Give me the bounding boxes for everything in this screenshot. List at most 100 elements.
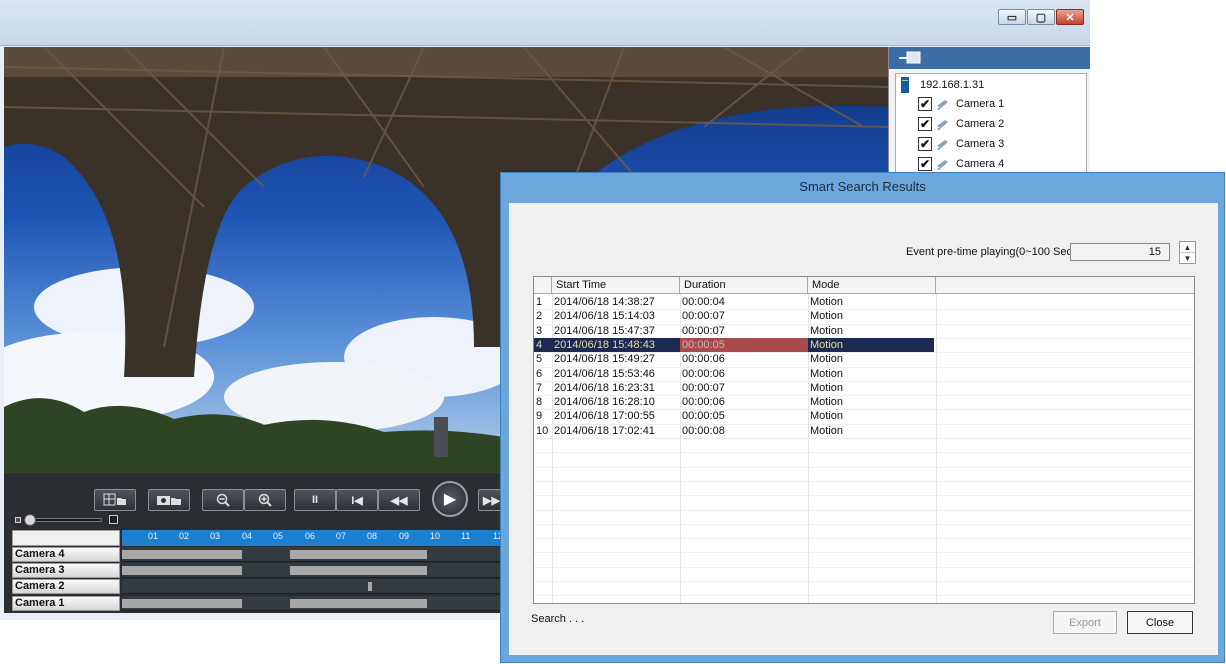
maximize-button[interactable]: ▢ [1027, 9, 1055, 25]
zoom-in-button[interactable] [244, 489, 286, 511]
network-device-icon [899, 51, 921, 64]
table-row[interactable]: 4 2014/06/18 15:48:43 00:00:05 Motion [534, 337, 1194, 352]
cell-mode: Motion [810, 324, 844, 337]
camera-icon [937, 160, 948, 170]
tree-camera-1[interactable]: ✔ Camera 1 [918, 95, 1004, 113]
cell-start-time: 2014/06/18 14:38:27 [554, 296, 655, 308]
timeline-ruler[interactable]: 01 02 03 04 05 06 07 08 09 10 11 12 [122, 530, 504, 546]
camera-4-label: Camera 4 [956, 158, 1005, 170]
layout-folder-icon [103, 493, 126, 506]
recording-segment[interactable] [290, 566, 427, 575]
cell-duration: 00:00:04 [682, 296, 725, 308]
server-icon [901, 77, 909, 93]
column-header-index [534, 277, 552, 294]
speed-slider-track[interactable] [26, 518, 102, 522]
camera-3-checkbox[interactable]: ✔ [918, 137, 932, 151]
pause-button[interactable]: II [294, 489, 336, 511]
timeline-tick: 01 [148, 531, 159, 541]
table-row[interactable]: 3 2014/06/18 15:47:37 00:00:07 Motion [534, 324, 1194, 338]
table-row[interactable]: 2 2014/06/18 15:14:03 00:00:07 Motion [534, 309, 1194, 323]
speed-min-icon [15, 517, 21, 523]
cell-duration: 00:00:06 [682, 367, 725, 380]
row-index: 3 [536, 324, 543, 337]
minimize-icon: ▭ [1006, 11, 1018, 24]
recording-segment[interactable] [122, 599, 242, 608]
track-camera-4[interactable] [122, 547, 504, 562]
cell-duration: 00:00:07 [682, 310, 725, 323]
camera-1-checkbox[interactable]: ✔ [918, 97, 932, 111]
export-button[interactable]: Export [1053, 611, 1117, 634]
cell-duration: 00:00:05 [682, 410, 725, 423]
table-row[interactable]: 8 2014/06/18 16:28:10 00:00:06 Motion [534, 395, 1194, 409]
track-label-camera-1[interactable]: Camera 1 [12, 596, 120, 611]
play-button[interactable]: ▶ [432, 481, 468, 517]
pretime-label: Event pre-time playing(0~100 Sec.): [906, 246, 1082, 258]
snapshot-camera-icon [157, 496, 181, 505]
pretime-spinner[interactable]: ▲ ▼ [1179, 241, 1196, 264]
spin-up-icon[interactable]: ▲ [1180, 242, 1195, 253]
cell-duration: 00:00:06 [682, 396, 725, 409]
snapshot-button[interactable] [148, 489, 190, 511]
row-index: 6 [536, 367, 543, 380]
forward-icon: ▶▶ [483, 494, 500, 507]
cell-start-time: 2014/06/18 15:48:43 [554, 338, 655, 351]
recording-segment[interactable] [368, 582, 372, 591]
tree-server-node[interactable]: 192.168.1.31 [900, 76, 984, 94]
column-header-duration[interactable]: Duration [680, 277, 808, 294]
camera-2-label: Camera 2 [956, 118, 1005, 130]
cell-mode: Motion [810, 367, 844, 380]
minimize-button[interactable]: ▭ [998, 9, 1026, 25]
camera-2-checkbox[interactable]: ✔ [918, 117, 932, 131]
table-row[interactable]: 5 2014/06/18 15:49:27 00:00:06 Motion [534, 352, 1194, 366]
rewind-button[interactable]: ◀◀ [378, 489, 420, 511]
column-header-start-time[interactable]: Start Time [552, 277, 680, 294]
camera-1-label: Camera 1 [956, 98, 1005, 110]
camera-4-checkbox[interactable]: ✔ [918, 157, 932, 171]
timeline-tick: 03 [210, 531, 221, 541]
recording-segment[interactable] [122, 566, 242, 575]
cell-mode: Motion [810, 424, 844, 437]
pretime-input[interactable]: 15 [1070, 243, 1170, 261]
table-row[interactable]: 1 2014/06/18 14:38:27 00:00:04 Motion [534, 295, 1194, 309]
spin-down-icon[interactable]: ▼ [1180, 253, 1195, 264]
results-table[interactable]: Start Time Duration Mode 1 2014/06/18 14:… [533, 276, 1195, 604]
grid-line [534, 566, 1194, 568]
cell-mode: Motion [810, 310, 844, 323]
row-index: 7 [536, 381, 543, 394]
camera-icon [937, 100, 948, 110]
step-back-button[interactable]: I◀ [336, 489, 378, 511]
grid-line [534, 523, 1194, 525]
table-row[interactable]: 6 2014/06/18 15:53:46 00:00:06 Motion [534, 367, 1194, 381]
recording-segment[interactable] [122, 550, 242, 559]
cell-start-time: 2014/06/18 15:49:27 [554, 353, 655, 366]
tree-camera-3[interactable]: ✔ Camera 3 [918, 135, 1004, 153]
close-button[interactable]: Close [1127, 611, 1193, 634]
tree-camera-2[interactable]: ✔ Camera 2 [918, 115, 1004, 133]
speed-slider-thumb[interactable] [24, 514, 36, 526]
playback-controls: II I◀ ◀◀ ▶ ▶▶ Camera 4 Camera 3 Camera 2… [4, 473, 504, 613]
layout-button[interactable] [94, 489, 136, 511]
track-camera-1[interactable] [122, 596, 504, 611]
table-row[interactable]: 7 2014/06/18 16:23:31 00:00:07 Motion [534, 381, 1194, 395]
cell-start-time: 2014/06/18 17:02:41 [554, 424, 655, 437]
rewind-icon: ◀◀ [390, 494, 408, 507]
timeline-tick: 11 [461, 531, 471, 541]
row-index: 2 [536, 310, 543, 323]
cell-start-time: 2014/06/18 15:14:03 [554, 310, 655, 323]
dialog-title: Smart Search Results [799, 179, 926, 194]
zoom-out-button[interactable] [202, 489, 244, 511]
table-row[interactable]: 10 2014/06/18 17:02:41 00:00:08 Motion [534, 424, 1194, 438]
recording-segment[interactable] [290, 550, 427, 559]
close-window-button[interactable]: ✕ [1056, 9, 1084, 25]
tree-camera-4[interactable]: ✔ Camera 4 [918, 155, 1004, 173]
column-header-mode[interactable]: Mode [808, 277, 936, 294]
track-camera-2[interactable] [122, 579, 504, 594]
recording-segment[interactable] [290, 599, 427, 608]
grid-line [534, 495, 1194, 497]
track-label-camera-3[interactable]: Camera 3 [12, 563, 120, 578]
table-row[interactable]: 9 2014/06/18 17:00:55 00:00:05 Motion [534, 409, 1194, 423]
track-label-camera-4[interactable]: Camera 4 [12, 547, 120, 562]
track-label-camera-2[interactable]: Camera 2 [12, 579, 120, 594]
track-camera-3[interactable] [122, 563, 504, 578]
server-address: 192.168.1.31 [920, 79, 985, 91]
